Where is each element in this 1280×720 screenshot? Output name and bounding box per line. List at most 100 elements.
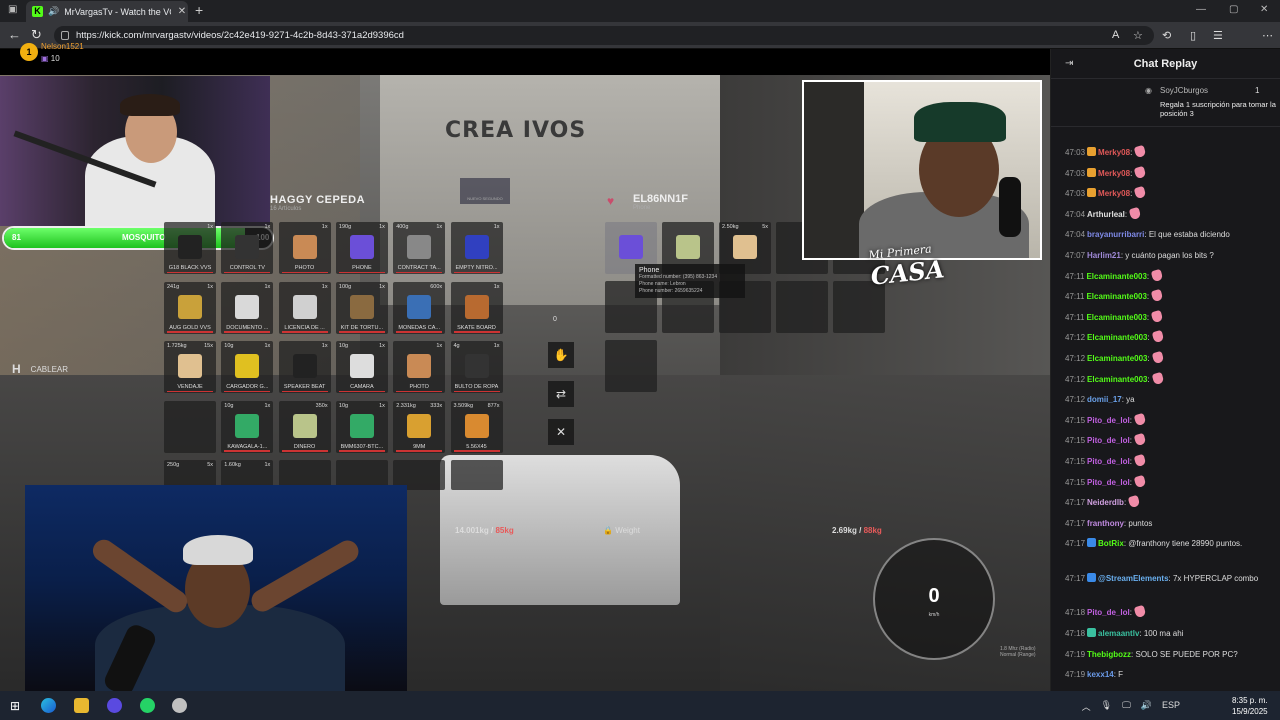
inventory-slot[interactable]: 4g 1x BULTO DE ROPA xyxy=(450,341,503,393)
system-clock[interactable]: 8:35 p. m. 15/9/2025 xyxy=(1232,695,1268,717)
chat-username[interactable]: Neiderdlb xyxy=(1087,498,1124,507)
inventory-slot[interactable]: 1.725kg 15x VENDAJE xyxy=(164,341,216,393)
use-hand-button[interactable]: ✋ xyxy=(548,342,574,368)
inventory-slot[interactable]: 1x CONTROL TV xyxy=(221,222,274,274)
volume-icon[interactable]: 🔊 xyxy=(1141,700,1152,713)
audio-icon[interactable]: 🔊 xyxy=(48,6,59,17)
favorite-star-icon[interactable]: ☆ xyxy=(1133,29,1143,42)
inventory-slot[interactable]: 600x MONEDAS CA... xyxy=(393,281,446,334)
chat-username[interactable]: Elcaminante003 xyxy=(1087,333,1147,342)
inventory-slot[interactable]: 1x PHOTO xyxy=(278,222,331,274)
file-explorer-icon[interactable] xyxy=(74,698,89,713)
close-window-button[interactable]: ✕ xyxy=(1260,4,1268,15)
chat-collapse-icon[interactable]: ⇥ xyxy=(1065,58,1073,69)
back-icon[interactable]: ← xyxy=(8,28,21,42)
more-options-icon[interactable]: ⋯ xyxy=(1262,29,1273,42)
inventory-slot[interactable]: 10g 1x CARGADOR G... xyxy=(221,341,274,393)
chat-username[interactable]: Elcaminante003 xyxy=(1086,272,1146,281)
read-aloud-icon[interactable]: A xyxy=(1112,29,1119,41)
chat-username[interactable]: Elcaminante003 xyxy=(1086,292,1146,301)
inventory-slot[interactable]: 1x EMPTY NITRO... xyxy=(450,222,503,274)
give-swap-button[interactable]: ⇄ xyxy=(548,381,574,407)
ground-slot[interactable] xyxy=(776,281,828,333)
chat-username[interactable]: Thebigbozz xyxy=(1087,650,1131,659)
inventory-slot[interactable]: 1x DOCUMENTO ... xyxy=(221,281,274,334)
tray-chevron-icon[interactable]: ︿ xyxy=(1082,700,1091,713)
recording-app-icon[interactable] xyxy=(172,698,187,713)
inventory-slot[interactable] xyxy=(450,460,503,490)
chat-username[interactable]: franthony xyxy=(1087,519,1124,528)
chat-username[interactable]: BotRix xyxy=(1098,539,1124,548)
slot-item-icon xyxy=(407,294,432,319)
inventory-slot[interactable]: 3.509kg 877x 5.56X45 xyxy=(450,400,503,453)
chat-username[interactable]: Pito_de_lol xyxy=(1087,416,1130,425)
chat-emote-icon xyxy=(1150,289,1164,303)
minimize-button[interactable]: — xyxy=(1196,4,1206,15)
ground-slot[interactable] xyxy=(605,340,657,392)
chat-username[interactable]: Merky08 xyxy=(1098,189,1130,198)
messenger-icon[interactable] xyxy=(107,698,122,713)
inventory-slot[interactable]: 1x G18 BLACK VVS xyxy=(164,222,216,274)
refresh-icon[interactable]: ↻ xyxy=(31,28,42,42)
chat-username[interactable]: domii_17 xyxy=(1087,395,1122,404)
chat-username[interactable]: Pito_de_lol xyxy=(1087,457,1130,466)
edge-browser-icon[interactable] xyxy=(41,698,56,713)
browser-tab[interactable]: K 🔊 MrVargasTv - Watch the VOD ✕ xyxy=(26,1,188,22)
maximize-button[interactable]: ▢ xyxy=(1229,4,1238,15)
slot-quantity: 1x xyxy=(264,343,271,349)
inventory-slot[interactable]: 350x DINERO xyxy=(278,400,331,453)
chat-username[interactable]: Elcaminante003 xyxy=(1086,313,1146,322)
chat-username[interactable]: Pito_de_lol xyxy=(1087,478,1130,487)
chat-timestamp: 47:17 xyxy=(1065,539,1086,549)
chat-username[interactable]: Merky08 xyxy=(1098,169,1130,178)
inventory-slot[interactable]: 1x LICENCIA DE ... xyxy=(278,281,331,334)
chat-text: : xyxy=(1123,498,1127,508)
inventory-slot[interactable] xyxy=(164,400,216,453)
inventory-slot[interactable]: 10g 1x BMM6307-BTC... xyxy=(335,400,388,453)
tooltip-line: Phone name: Lebron xyxy=(639,281,686,287)
inventory-slot[interactable]: 1x SPEAKER BEAT xyxy=(278,341,331,393)
inventory-slot[interactable]: 100g 1x KIT DE TORTU... xyxy=(335,281,388,334)
collections-icon[interactable]: ☰ xyxy=(1213,29,1223,42)
url-input[interactable]: https://kick.com/mrvargastv/videos/2c42e… xyxy=(54,26,1154,45)
tab-close-button[interactable]: ✕ xyxy=(176,6,188,17)
window-menu-icon[interactable]: ▣ xyxy=(8,4,17,15)
whatsapp-icon[interactable] xyxy=(140,698,155,713)
split-screen-icon[interactable]: ▯ xyxy=(1190,29,1196,42)
inventory-slot[interactable]: 10g 1x KAWAGALA-1... xyxy=(221,400,274,453)
slot-weight: 10g xyxy=(338,343,349,349)
chat-username[interactable]: Harlim21 xyxy=(1087,251,1121,260)
leaderboard-user[interactable]: Nelson1521 xyxy=(41,42,84,51)
chat-username[interactable]: Pito_de_lol xyxy=(1087,436,1130,445)
chat-username[interactable]: kexx14 xyxy=(1087,670,1114,679)
close-inventory-button[interactable]: ✕ xyxy=(548,419,574,445)
leaderboard-user-2[interactable]: SoyJCburgos xyxy=(1160,86,1208,95)
chat-username[interactable]: Elcaminante003 xyxy=(1087,354,1147,363)
chat-username[interactable]: Arthurleal xyxy=(1087,210,1125,219)
inventory-slot[interactable]: 241g 1x AUG GOLD VVS xyxy=(164,281,216,334)
new-tab-button[interactable]: + xyxy=(195,2,203,18)
extensions-icon[interactable]: ⟲ xyxy=(1162,29,1171,42)
inventory-slot[interactable]: 1x SKATE BOARD xyxy=(450,281,503,334)
chat-username[interactable]: Pito_de_lol xyxy=(1087,608,1130,617)
inventory-slot[interactable]: 1x PHOTO xyxy=(393,341,446,393)
inventory-slot[interactable]: 2.331kg 333x 9MM xyxy=(393,400,446,453)
chat-username[interactable]: Merky08 xyxy=(1098,148,1130,157)
leaderboard-count-2: 1 xyxy=(1255,86,1260,95)
chat-timestamp: 47:04 xyxy=(1065,230,1086,240)
amount-input[interactable]: 0 xyxy=(553,316,557,323)
language-indicator[interactable]: ESP xyxy=(1162,700,1180,713)
windows-start-icon[interactable]: ⊞ xyxy=(10,699,20,713)
inventory-slot[interactable]: 190g 1x PHONE xyxy=(335,222,388,274)
slot-weight: 400g xyxy=(396,224,409,230)
chat-username[interactable]: Elcaminante003 xyxy=(1087,375,1147,384)
inventory-slot[interactable]: 10g 1x CAMARA xyxy=(335,341,388,393)
chat-username[interactable]: @StreamElements xyxy=(1098,574,1169,583)
ground-weight-max: 88kg xyxy=(863,526,882,535)
network-icon[interactable]: 🖵 xyxy=(1122,700,1131,713)
microphone-tray-icon[interactable]: 🎙 xyxy=(1101,700,1112,713)
chat-username[interactable]: alemaantlv xyxy=(1098,629,1139,638)
chat-username[interactable]: brayanurribarri xyxy=(1087,230,1144,239)
inventory-slot[interactable]: 400g 1x CONTRACT TA... xyxy=(393,222,446,274)
key-hint-label: CABLEAR xyxy=(30,364,69,374)
